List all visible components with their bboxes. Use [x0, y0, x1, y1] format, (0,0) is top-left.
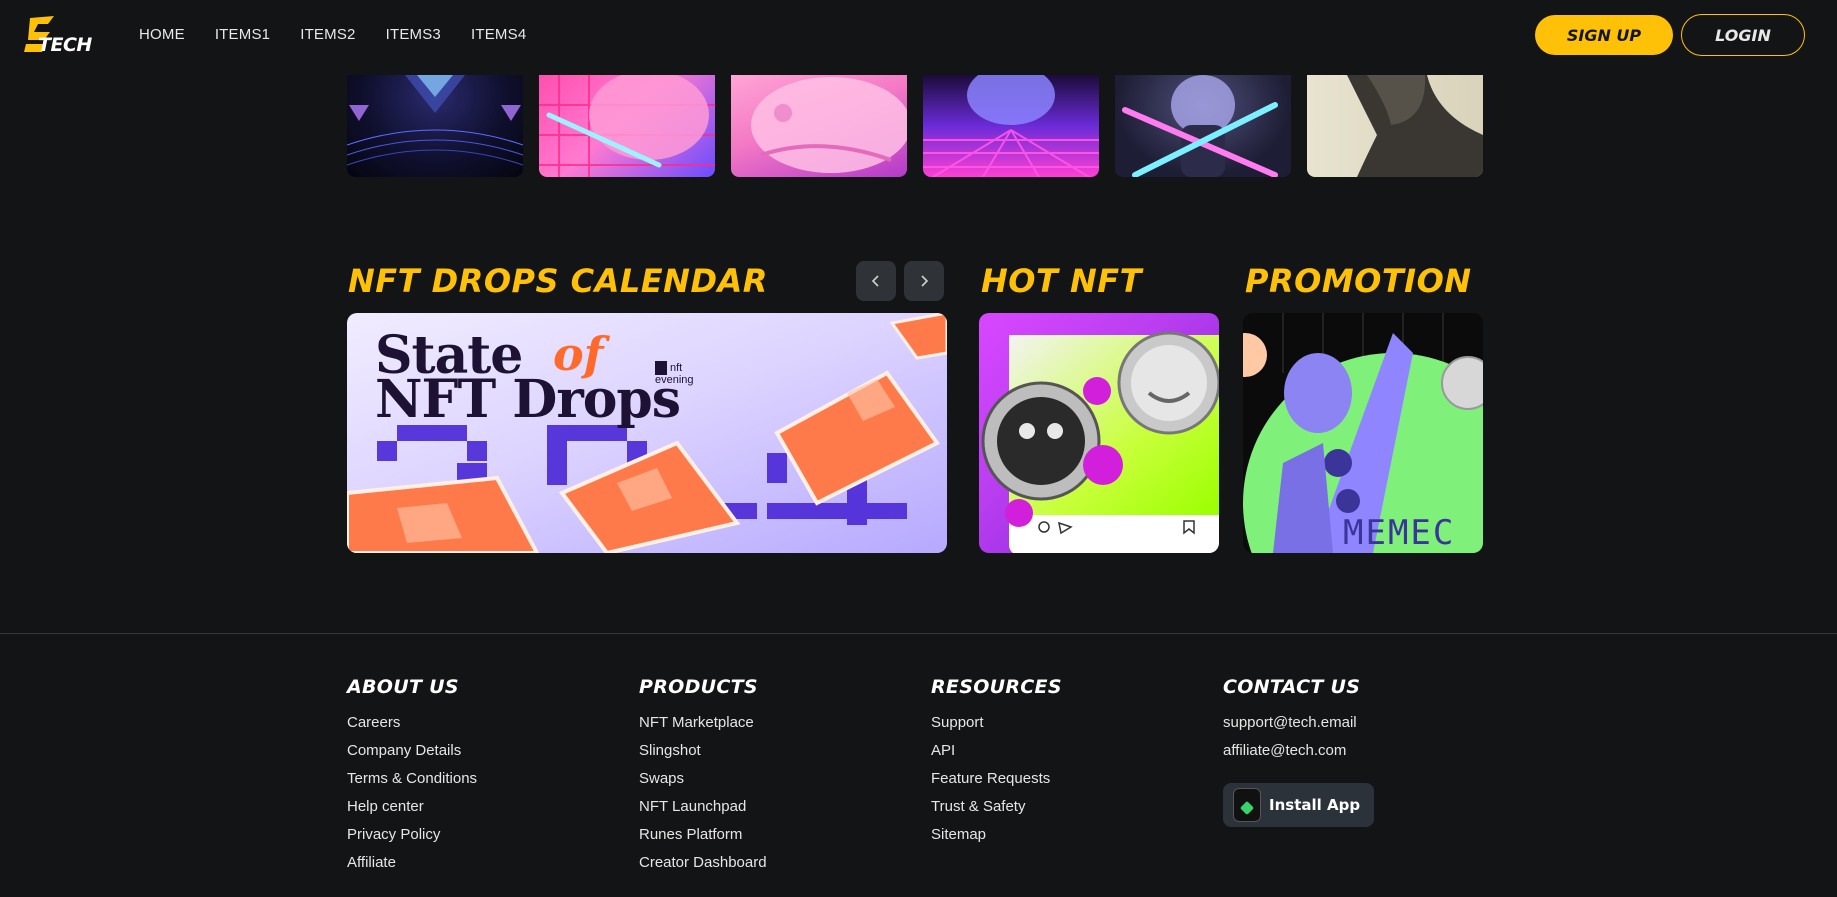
- footer-link-help-center[interactable]: Help center: [347, 798, 477, 826]
- nft-thumbnail[interactable]: [539, 75, 715, 177]
- hot-nft-title: HOT NFT: [981, 262, 1142, 300]
- footer-link-privacy[interactable]: Privacy Policy: [347, 826, 477, 854]
- footer-link-support-email[interactable]: support@tech.email: [1223, 714, 1360, 742]
- promotion-title: PROMOTION: [1245, 262, 1472, 300]
- footer-about-title: ABOUT US: [347, 676, 459, 698]
- logo[interactable]: TECH: [24, 14, 98, 58]
- nav-items2[interactable]: ITEMS2: [300, 26, 355, 43]
- login-button[interactable]: LOGIN: [1681, 14, 1805, 56]
- promotion-card[interactable]: MEMEC: [1243, 313, 1483, 553]
- chevron-left-icon: [871, 275, 879, 287]
- main-nav: HOME ITEMS1 ITEMS2 ITEMS3 ITEMS4: [139, 26, 556, 43]
- footer-products-title: PRODUCTS: [639, 676, 758, 698]
- footer-link-affiliate[interactable]: Affiliate: [347, 854, 477, 882]
- calendar-prev-button[interactable]: [856, 261, 896, 301]
- nft-thumbnail[interactable]: [347, 75, 523, 177]
- footer-link-swaps[interactable]: Swaps: [639, 770, 767, 798]
- footer-link-affiliate-email[interactable]: affiliate@tech.com: [1223, 742, 1360, 770]
- footer-link-runes-platform[interactable]: Runes Platform: [639, 826, 767, 854]
- logo-text: TECH: [38, 34, 92, 56]
- footer-link-nft-launchpad[interactable]: NFT Launchpad: [639, 798, 767, 826]
- footer-contact-column: CONTACT US support@tech.email affiliate@…: [1223, 676, 1360, 770]
- chevron-right-icon: [921, 275, 929, 287]
- calendar-next-button[interactable]: [904, 261, 944, 301]
- footer-link-slingshot[interactable]: Slingshot: [639, 742, 767, 770]
- nft-thumbnail[interactable]: [731, 75, 907, 177]
- page: TECH HOME ITEMS1 ITEMS2 ITEMS3 ITEMS4 SI…: [0, 0, 1837, 897]
- install-app-label: Install App: [1269, 796, 1361, 814]
- nav-items4[interactable]: ITEMS4: [471, 26, 526, 43]
- footer-link-support[interactable]: Support: [931, 714, 1062, 742]
- footer-link-sitemap[interactable]: Sitemap: [931, 826, 1062, 854]
- footer-link-api[interactable]: API: [931, 742, 1062, 770]
- nav-items1[interactable]: ITEMS1: [215, 26, 270, 43]
- calendar-card-line2: NFT Drops: [375, 369, 681, 430]
- install-app-button[interactable]: Install App: [1223, 783, 1374, 827]
- nav-home[interactable]: HOME: [139, 26, 185, 43]
- signup-button[interactable]: SIGN UP: [1535, 15, 1673, 55]
- nav-items3[interactable]: ITEMS3: [386, 26, 441, 43]
- calendar-title: NFT DROPS CALENDAR: [348, 262, 768, 300]
- hot-nft-card[interactable]: [979, 313, 1219, 553]
- footer-contact-title: CONTACT US: [1223, 676, 1361, 698]
- header: TECH HOME ITEMS1 ITEMS2 ITEMS3 ITEMS4 SI…: [0, 0, 1837, 75]
- footer-link-feature-requests[interactable]: Feature Requests: [931, 770, 1062, 798]
- footer-resources-column: RESOURCES Support API Feature Requests T…: [931, 676, 1062, 854]
- promotion-card-text: MEMEC: [1343, 513, 1456, 553]
- nft-thumbnail[interactable]: [1307, 75, 1483, 177]
- footer-link-creator-dashboard[interactable]: Creator Dashboard: [639, 854, 767, 882]
- calendar-banner-card[interactable]: State of nft evening NFT Drops: [347, 313, 947, 553]
- footer-about-column: ABOUT US Careers Company Details Terms &…: [347, 676, 477, 882]
- phone-download-icon: [1233, 788, 1261, 822]
- footer-divider: [0, 633, 1837, 634]
- nft-thumbnail[interactable]: [923, 75, 1099, 177]
- footer-link-careers[interactable]: Careers: [347, 714, 477, 742]
- footer-products-column: PRODUCTS NFT Marketplace Slingshot Swaps…: [639, 676, 767, 882]
- footer-link-trust-safety[interactable]: Trust & Safety: [931, 798, 1062, 826]
- nft-thumbnail[interactable]: [1115, 75, 1291, 177]
- footer-link-nft-marketplace[interactable]: NFT Marketplace: [639, 714, 767, 742]
- footer-resources-title: RESOURCES: [931, 676, 1062, 698]
- footer-link-company-details[interactable]: Company Details: [347, 742, 477, 770]
- footer-link-terms[interactable]: Terms & Conditions: [347, 770, 477, 798]
- nft-thumbnail-strip: [347, 75, 1483, 177]
